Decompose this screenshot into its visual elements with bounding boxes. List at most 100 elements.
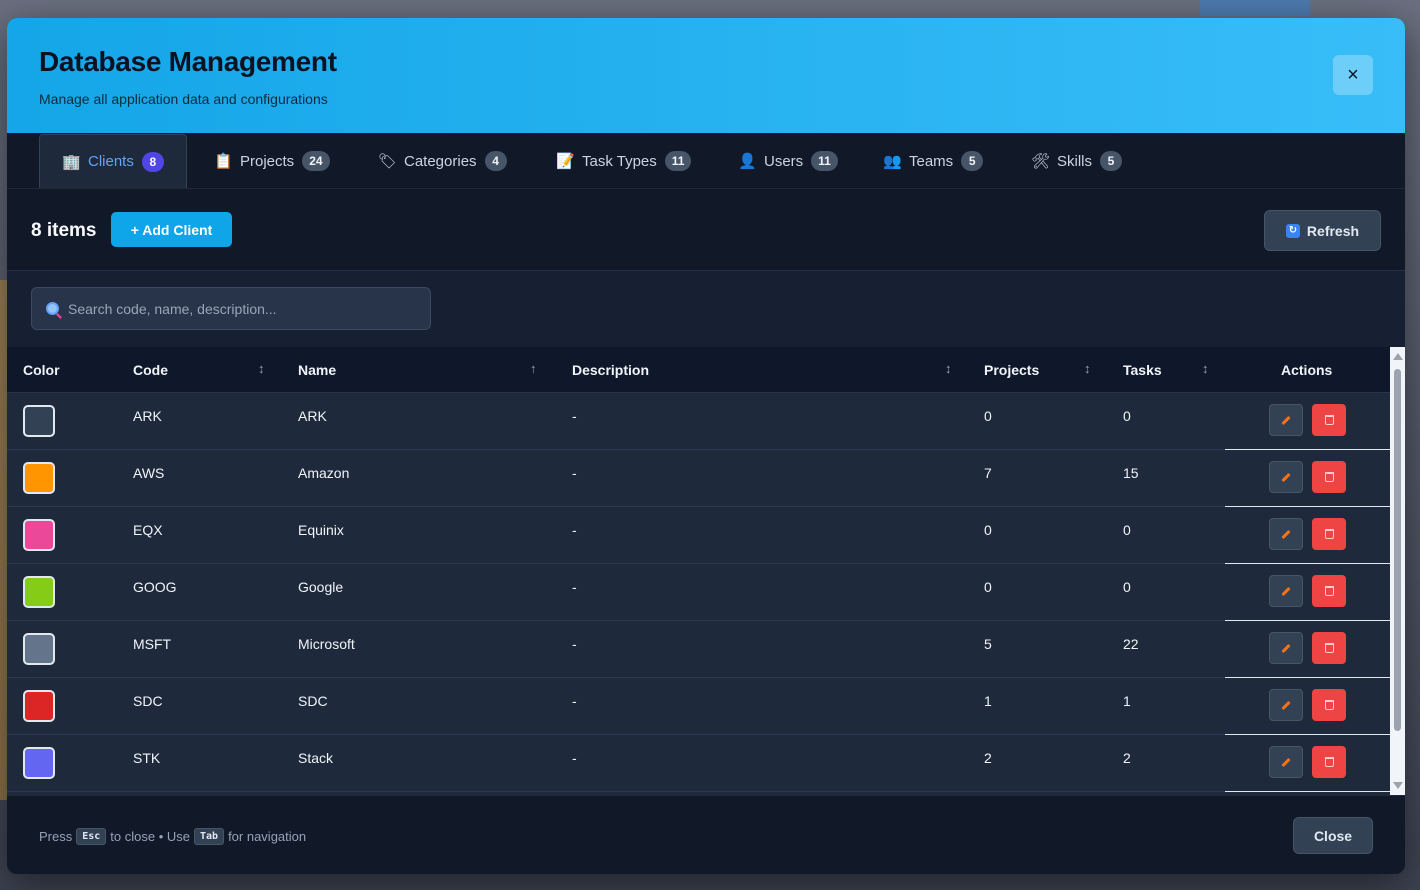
- modal-header: Database Management Manage all applicati…: [7, 18, 1405, 133]
- modal-title: Database Management: [39, 46, 337, 77]
- clipboard-icon: 📋: [214, 153, 233, 170]
- column-header-code[interactable]: Code: [133, 362, 168, 378]
- search-input[interactable]: [68, 300, 430, 317]
- trash-icon: [1324, 529, 1334, 539]
- edit-button[interactable]: [1269, 518, 1303, 550]
- cell-code: AWS: [133, 465, 165, 481]
- delete-button[interactable]: [1312, 632, 1346, 664]
- edit-button[interactable]: [1269, 746, 1303, 778]
- add-client-button[interactable]: + Add Client: [111, 212, 232, 247]
- delete-button[interactable]: [1312, 461, 1346, 493]
- edit-button[interactable]: [1269, 689, 1303, 721]
- cell-name: Amazon: [298, 465, 350, 481]
- tab-label: Users: [764, 152, 804, 170]
- cell-name: ARK: [298, 408, 327, 424]
- cell-projects: 2: [984, 750, 992, 766]
- trash-icon: [1324, 757, 1334, 767]
- cell-code: EQX: [133, 522, 163, 538]
- tab-key: Tab: [194, 828, 225, 845]
- tab-count-badge: 4: [484, 151, 507, 171]
- column-header-name[interactable]: Name: [298, 362, 336, 378]
- close-button[interactable]: Close: [1293, 817, 1373, 854]
- cell-projects: 1: [984, 693, 992, 709]
- color-swatch: [23, 576, 55, 608]
- column-header-projects[interactable]: Projects: [984, 362, 1039, 378]
- table-scrollbar[interactable]: [1390, 347, 1405, 795]
- cell-tasks: 0: [1123, 522, 1131, 538]
- table-header: Color Code ↕ Name ↑ Description ↕ Projec…: [7, 347, 1390, 393]
- tab-task-types[interactable]: 📝 Task Types 11: [556, 134, 692, 188]
- delete-button[interactable]: [1312, 746, 1346, 778]
- table-row[interactable]: STK Stack - 2 2: [7, 735, 1390, 792]
- pencil-icon: [1281, 529, 1291, 539]
- cell-description: -: [572, 693, 577, 709]
- actions-cell: [1225, 621, 1390, 678]
- color-swatch: [23, 519, 55, 551]
- tab-count-badge: 8: [141, 151, 164, 172]
- column-header-description[interactable]: Description: [572, 362, 649, 378]
- edit-button[interactable]: [1269, 632, 1303, 664]
- sort-icon[interactable]: ↕: [945, 361, 952, 376]
- column-header-actions: Actions: [1281, 362, 1333, 378]
- cell-description: -: [572, 579, 577, 595]
- tab-label: Teams: [909, 152, 954, 170]
- tab-teams[interactable]: 👥 Teams 5: [883, 134, 984, 188]
- hint-text: to close • Use: [110, 829, 190, 844]
- sort-icon[interactable]: ↕: [1202, 361, 1209, 376]
- tab-count-badge: 5: [1100, 151, 1123, 171]
- tab-projects[interactable]: 📋 Projects 24: [214, 134, 330, 188]
- delete-button[interactable]: [1312, 689, 1346, 721]
- color-swatch: [23, 690, 55, 722]
- column-header-color: Color: [23, 362, 60, 378]
- table-body: ARK ARK - 0 0 AWS Amazon - 7 15 EQX Equi…: [7, 393, 1390, 792]
- building-icon: 🏢: [62, 153, 81, 171]
- cell-projects: 7: [984, 465, 992, 481]
- actions-cell: [1225, 564, 1390, 621]
- cell-description: -: [572, 750, 577, 766]
- table-row[interactable]: GOOG Google - 0 0: [7, 564, 1390, 621]
- table-row[interactable]: SDC SDC - 1 1: [7, 678, 1390, 735]
- backdrop-shape: [1200, 0, 1310, 16]
- close-icon-button[interactable]: ×: [1333, 55, 1373, 95]
- cell-tasks: 22: [1123, 636, 1139, 652]
- sort-asc-icon[interactable]: ↑: [530, 361, 537, 376]
- trash-icon: [1324, 586, 1334, 596]
- delete-button[interactable]: [1312, 404, 1346, 436]
- search-box[interactable]: [31, 287, 431, 330]
- edit-button[interactable]: [1269, 461, 1303, 493]
- trash-icon: [1324, 415, 1334, 425]
- refresh-icon: ↻: [1285, 223, 1300, 238]
- cell-projects: 0: [984, 522, 992, 538]
- table-row[interactable]: EQX Equinix - 0 0: [7, 507, 1390, 564]
- sort-icon[interactable]: ↕: [258, 361, 265, 376]
- sort-icon[interactable]: ↕: [1084, 361, 1091, 376]
- table-row[interactable]: AWS Amazon - 7 15: [7, 450, 1390, 507]
- cell-code: STK: [133, 750, 161, 766]
- tab-skills[interactable]: 🛠 Skills 5: [1031, 134, 1123, 188]
- pencil-icon: [1281, 643, 1291, 653]
- tag-icon: 🏷: [378, 153, 398, 170]
- tab-users[interactable]: 👤 Users 11: [738, 134, 838, 188]
- clients-table: Color Code ↕ Name ↑ Description ↕ Projec…: [7, 347, 1405, 795]
- tab-clients[interactable]: 🏢 Clients 8: [39, 134, 187, 189]
- edit-button[interactable]: [1269, 575, 1303, 607]
- trash-icon: [1324, 472, 1334, 482]
- delete-button[interactable]: [1312, 575, 1346, 607]
- search-zone: [7, 271, 1405, 347]
- edit-button[interactable]: [1269, 404, 1303, 436]
- cell-description: -: [572, 465, 577, 481]
- column-header-tasks[interactable]: Tasks: [1123, 362, 1162, 378]
- tab-categories[interactable]: 🏷 Categories 4: [378, 134, 507, 188]
- scrollbar-thumb[interactable]: [1394, 369, 1401, 731]
- cell-tasks: 15: [1123, 465, 1139, 481]
- cell-code: MSFT: [133, 636, 172, 652]
- tab-count-badge: 24: [302, 151, 330, 171]
- scroll-up-arrow-icon[interactable]: [1393, 353, 1403, 360]
- table-row[interactable]: MSFT Microsoft - 5 22: [7, 621, 1390, 678]
- delete-button[interactable]: [1312, 518, 1346, 550]
- scroll-down-arrow-icon[interactable]: [1393, 782, 1403, 789]
- refresh-button[interactable]: ↻ Refresh: [1264, 210, 1381, 251]
- table-row[interactable]: ARK ARK - 0 0: [7, 393, 1390, 450]
- cell-code: GOOG: [133, 579, 177, 595]
- tab-label: Clients: [88, 153, 134, 170]
